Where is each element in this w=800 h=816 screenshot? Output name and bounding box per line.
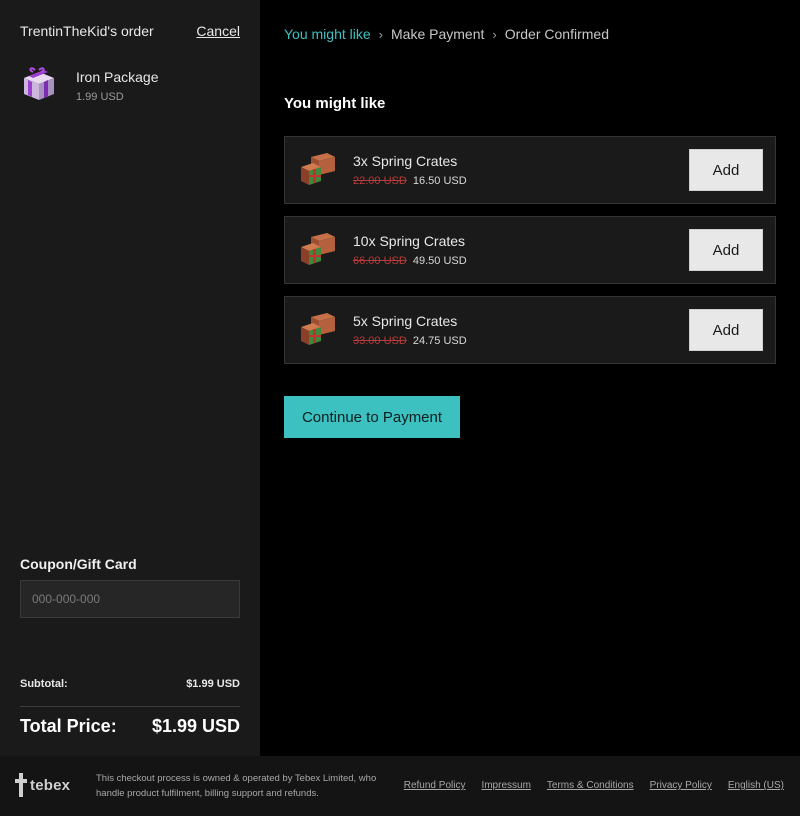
original-price: 22.00 USD [353, 175, 407, 187]
add-button[interactable]: Add [689, 149, 763, 191]
upsell-name: 3x Spring Crates [353, 153, 458, 169]
breadcrumb-order-confirmed[interactable]: Order Confirmed [505, 26, 609, 42]
sale-price: 49.50 USD [412, 255, 467, 267]
upsell-name: 5x Spring Crates [353, 313, 458, 329]
section-title: You might like [284, 95, 386, 112]
footer: tebex This checkout process is owned & o… [0, 756, 800, 816]
add-button[interactable]: Add [689, 309, 763, 351]
chevron-right-icon: › [378, 26, 383, 42]
upsell-card: 5x Spring Crates 33.00 USD 24.75 USD Add [284, 296, 776, 364]
terms-link[interactable]: Terms & Conditions [547, 780, 634, 791]
tebex-logo-icon [15, 773, 27, 797]
sale-price: 16.50 USD [412, 175, 467, 187]
upsell-card: 10x Spring Crates 66.00 USD 49.50 USD Ad… [284, 216, 776, 284]
upsell-name: 10x Spring Crates [353, 233, 466, 249]
cart-item-price: 1.99 USD [76, 91, 124, 103]
gift-box-icon [24, 67, 54, 100]
total-label: Total Price: [20, 716, 117, 736]
refund-policy-link[interactable]: Refund Policy [404, 780, 466, 791]
tebex-logo: tebex [14, 770, 70, 800]
upsell-card: 3x Spring Crates 22.00 USD 16.50 USD Add [284, 136, 776, 204]
crate-icon [301, 233, 335, 265]
breadcrumb-make-payment[interactable]: Make Payment [391, 26, 484, 42]
upsell-prices: 22.00 USD 16.50 USD [353, 175, 467, 187]
checkout-breadcrumb: You might like › Make Payment › Order Co… [284, 26, 609, 42]
add-button[interactable]: Add [689, 229, 763, 271]
original-price: 33.00 USD [353, 335, 407, 347]
cart-item-name: Iron Package [76, 69, 159, 85]
subtotal-label: Subtotal: [20, 678, 68, 690]
order-title: TrentinTheKid's order [20, 23, 154, 39]
coupon-label: Coupon/Gift Card [20, 556, 137, 572]
language-selector-link[interactable]: English (US) [728, 780, 784, 791]
breadcrumb-you-might-like[interactable]: You might like [284, 26, 371, 42]
upsell-prices: 33.00 USD 24.75 USD [353, 335, 467, 347]
order-sidebar: TrentinTheKid's order Cancel Iron Packag… [0, 0, 260, 756]
crate-icon [301, 153, 335, 185]
footer-links: Refund Policy Impressum Terms & Conditio… [404, 780, 784, 791]
total-value: $1.99 USD [151, 716, 240, 736]
cancel-link[interactable]: Cancel [196, 23, 240, 39]
original-price: 66.00 USD [353, 255, 407, 267]
upsell-prices: 66.00 USD 49.50 USD [353, 255, 467, 267]
tebex-wordmark: tebex [30, 776, 71, 794]
crate-icon [301, 313, 335, 345]
continue-to-payment-button[interactable]: Continue to Payment [284, 396, 460, 438]
sale-price: 24.75 USD [412, 335, 467, 347]
subtotal-value: $1.99 USD [186, 678, 240, 690]
impressum-link[interactable]: Impressum [481, 780, 530, 791]
privacy-policy-link[interactable]: Privacy Policy [650, 780, 712, 791]
coupon-input[interactable] [20, 580, 240, 618]
chevron-right-icon: › [492, 26, 497, 42]
cart-item: Iron Package 1.99 USD [20, 66, 240, 106]
footer-disclaimer: This checkout process is owned & operate… [96, 773, 377, 799]
divider [20, 706, 240, 707]
